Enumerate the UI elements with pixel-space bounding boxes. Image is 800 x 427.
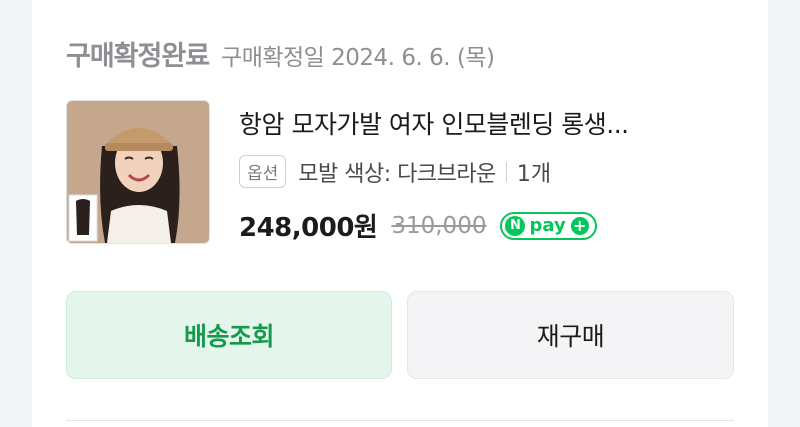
order-status: 구매확정완료	[66, 41, 210, 72]
npay-n-icon: N	[505, 215, 526, 236]
option-value: 모발 색상: 다크브라운	[298, 161, 496, 187]
option-badge: 옵션	[239, 155, 287, 188]
original-price: 310,000	[391, 212, 487, 239]
reorder-button[interactable]: 재구매	[407, 291, 734, 379]
npay-label: pay	[529, 215, 566, 236]
product-thumbnail[interactable]	[66, 100, 210, 244]
product-photo	[67, 101, 209, 243]
product-name[interactable]: 항암 모자가발 여자 인모블렌딩 롱생...	[239, 105, 739, 141]
npay-badge: N pay +	[500, 211, 597, 240]
option-row: 옵션 모발 색상: 다크브라운 1개	[239, 155, 551, 188]
section-divider	[66, 420, 734, 421]
price-row: 248,000원 310,000 N pay +	[239, 207, 597, 244]
option-divider	[505, 161, 507, 182]
quantity: 1개	[516, 161, 552, 187]
order-card: 구매확정완료 구매확정일 2024. 6. 6. (목) 항암 모자가발 여자	[32, 0, 768, 427]
order-status-row: 구매확정완료 구매확정일 2024. 6. 6. (목)	[66, 34, 495, 74]
sale-price: 248,000원	[239, 213, 378, 243]
purchase-confirm-date: 구매확정일 2024. 6. 6. (목)	[221, 45, 495, 71]
track-delivery-button[interactable]: 배송조회	[66, 291, 392, 379]
plus-icon: +	[570, 216, 589, 235]
